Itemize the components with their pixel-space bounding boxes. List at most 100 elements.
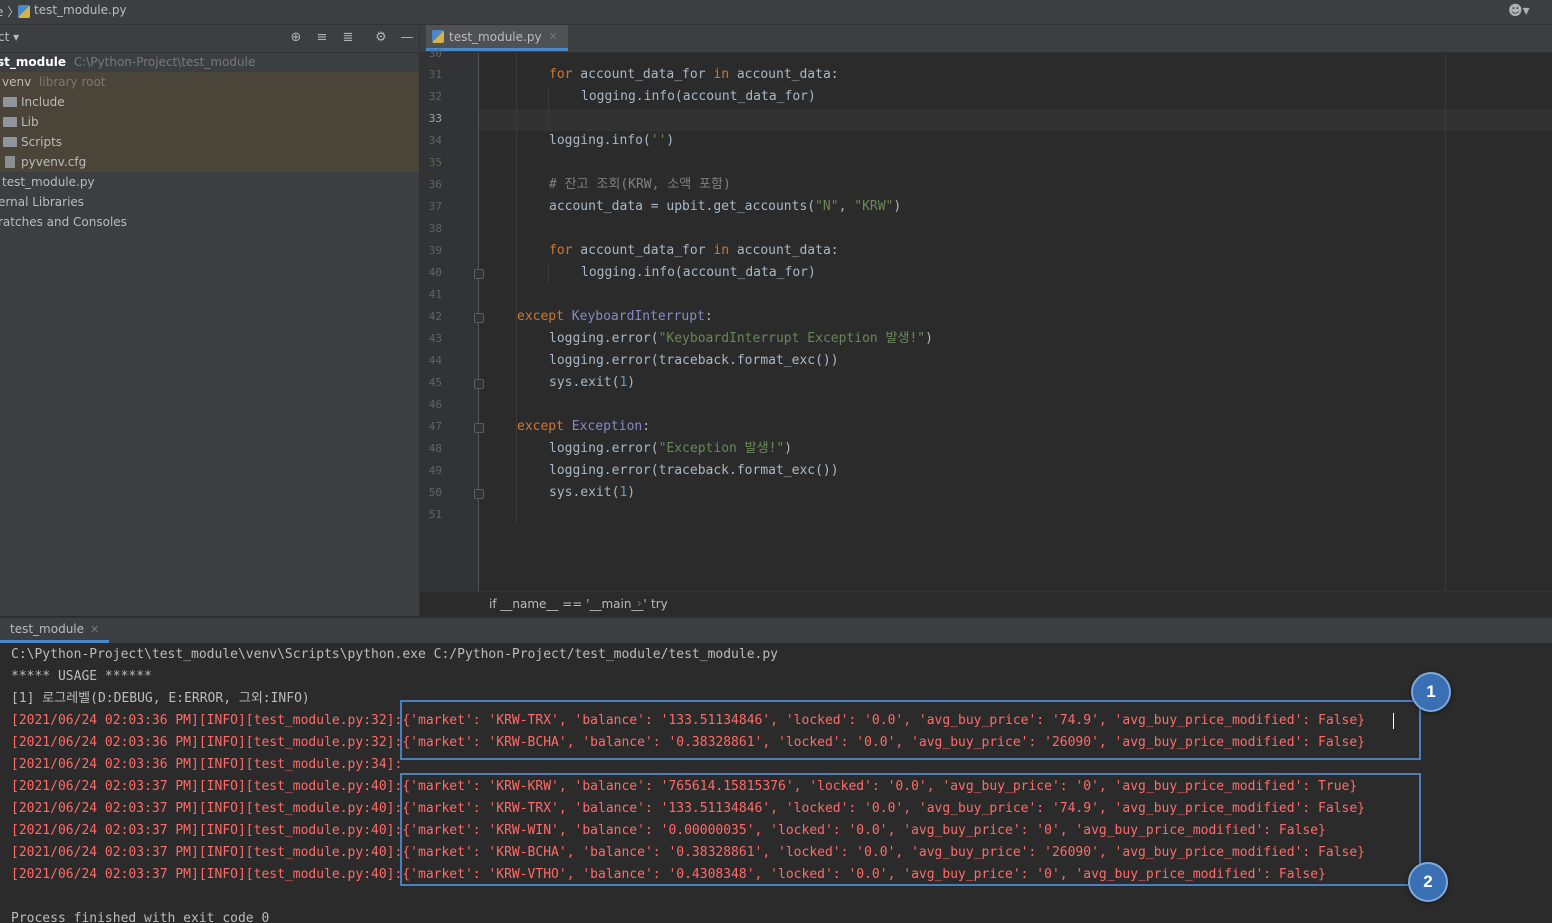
breadcrumb-file[interactable]: test_module.py bbox=[34, 3, 127, 17]
line-number: 32 bbox=[428, 90, 442, 103]
line-number: 47 bbox=[428, 420, 442, 433]
code-line-49[interactable]: logging.error(traceback.format_exc()) bbox=[549, 460, 839, 482]
tree-item-scripts[interactable]: Scripts bbox=[0, 132, 419, 152]
keyword: except bbox=[517, 309, 564, 324]
code-line-45[interactable]: sys.exit(1) bbox=[549, 372, 635, 394]
code-text: : bbox=[704, 309, 713, 324]
line-number: 41 bbox=[428, 288, 442, 301]
builtin-class: KeyboardInterrupt bbox=[571, 309, 705, 324]
keyword: except bbox=[517, 419, 564, 434]
code-text: account_data: bbox=[729, 243, 839, 258]
code-line-32[interactable]: logging.info(account_data_for) bbox=[581, 86, 816, 108]
user-account-icon[interactable]: ☻▾ bbox=[1508, 3, 1530, 19]
editor-tab-bar: test_module.py ✕ bbox=[420, 25, 1552, 53]
code-text: ) bbox=[925, 331, 933, 346]
keyword: in bbox=[713, 67, 730, 82]
tab-test-module[interactable]: test_module.py ✕ bbox=[426, 25, 568, 51]
string-literal: "Exception 발생!" bbox=[658, 441, 785, 456]
code-text: ) bbox=[666, 133, 675, 148]
code-line-44[interactable]: logging.error(traceback.format_exc()) bbox=[549, 350, 839, 372]
line-number: 30 bbox=[428, 47, 442, 60]
code-line-36[interactable]: # 잔고 조회(KRW, 소액 포함) bbox=[549, 174, 731, 196]
code-text: : bbox=[642, 419, 651, 434]
current-line-highlight bbox=[479, 109, 1552, 131]
code-line-47[interactable]: except Exception: bbox=[517, 416, 650, 438]
code-text: account_data: bbox=[729, 67, 839, 82]
run-tab-test-module[interactable]: test_module ✕ bbox=[0, 618, 110, 643]
line-number: 48 bbox=[428, 442, 442, 455]
gear-icon[interactable]: ⚙ bbox=[373, 29, 389, 45]
tree-item-label: Scripts bbox=[21, 135, 63, 149]
minimize-icon[interactable]: — bbox=[399, 29, 415, 45]
tree-item-lib[interactable]: Lib bbox=[0, 112, 419, 132]
tree-item-label: pyvenv.cfg bbox=[21, 155, 87, 169]
fold-marker-icon[interactable] bbox=[474, 379, 484, 389]
code-text: account_data_for bbox=[572, 243, 714, 258]
code-text: logging.error(traceback.format_exc()) bbox=[549, 353, 839, 368]
code-text: account_data = upbit.get_accounts( bbox=[549, 199, 816, 214]
line-number: 38 bbox=[428, 222, 442, 235]
string-literal: '' bbox=[650, 133, 667, 148]
breadcrumb-item-try[interactable]: try bbox=[651, 597, 668, 611]
line-number: 51 bbox=[428, 508, 442, 521]
project-panel: ct ▾ ⊕ ≡ ≣ ⚙ — st_module C:\Python-Proje… bbox=[0, 25, 420, 616]
tree-item-project-root[interactable]: st_module C:\Python-Project\test_module bbox=[0, 52, 419, 72]
run-tool-header: test_module ✕ bbox=[0, 617, 1552, 644]
line-number: 31 bbox=[428, 68, 442, 81]
code-line-42[interactable]: except KeyboardInterrupt: bbox=[517, 306, 713, 328]
right-margin-guide bbox=[1445, 53, 1446, 591]
expand-all-icon[interactable]: ≡ bbox=[314, 29, 330, 45]
annotation-badge-1: 1 bbox=[1411, 672, 1451, 712]
code-line-31[interactable]: for account_data_for in account_data: bbox=[549, 64, 839, 86]
console-line-command: C:\Python-Project\test_module\venv\Scrip… bbox=[11, 647, 779, 662]
folder-icon bbox=[3, 117, 17, 127]
tab-label: test_module.py bbox=[449, 29, 542, 44]
code-line-50[interactable]: sys.exit(1) bbox=[549, 482, 635, 504]
python-file-icon bbox=[18, 5, 30, 18]
tree-item-label: Lib bbox=[21, 115, 39, 129]
code-line-34[interactable]: logging.info('') bbox=[549, 130, 674, 152]
line-number: 46 bbox=[428, 398, 442, 411]
code-line-39[interactable]: for account_data_for in account_data: bbox=[549, 240, 839, 262]
code-line-37[interactable]: account_data = upbit.get_accounts("N", "… bbox=[549, 196, 901, 218]
breadcrumb-separator: › bbox=[637, 596, 642, 610]
line-number: 50 bbox=[428, 486, 442, 499]
folder-icon bbox=[3, 137, 17, 147]
tree-item-external-libraries[interactable]: ernal Libraries bbox=[0, 192, 419, 212]
code-line-40[interactable]: logging.info(account_data_for) bbox=[581, 262, 816, 284]
config-file-icon bbox=[5, 156, 15, 168]
line-number: 33 bbox=[428, 112, 442, 125]
console-log-line: [2021/06/24 02:03:36 PM][INFO][test_modu… bbox=[11, 757, 403, 772]
locate-target-icon[interactable]: ⊕ bbox=[288, 29, 304, 45]
tree-item-pyvenv-cfg[interactable]: pyvenv.cfg bbox=[0, 152, 419, 172]
folder-icon bbox=[3, 97, 17, 107]
breadcrumb-item-main[interactable]: if __name__ == '__main__' bbox=[489, 597, 647, 611]
code-text: ) bbox=[893, 199, 902, 214]
fold-marker-icon[interactable] bbox=[474, 313, 484, 323]
line-number: 49 bbox=[428, 464, 442, 477]
tree-item-scratches[interactable]: ratches and Consoles bbox=[0, 212, 419, 232]
line-number: 35 bbox=[428, 156, 442, 169]
code-line-43[interactable]: logging.error("KeyboardInterrupt Excepti… bbox=[549, 328, 933, 350]
line-number: 36 bbox=[428, 178, 442, 191]
fold-marker-icon[interactable] bbox=[474, 423, 484, 433]
close-icon[interactable]: ✕ bbox=[549, 30, 558, 43]
project-view-selector[interactable]: ct ▾ bbox=[0, 30, 19, 44]
code-text: ) bbox=[784, 441, 793, 456]
breadcrumb-prefix[interactable]: e 〉 bbox=[0, 3, 19, 20]
close-icon[interactable]: ✕ bbox=[90, 623, 99, 636]
fold-marker-icon[interactable] bbox=[474, 269, 484, 279]
tree-item-test-module[interactable]: test_module.py bbox=[0, 172, 419, 192]
code-line-48[interactable]: logging.error("Exception 발생!") bbox=[549, 438, 792, 460]
code-text: logging.info(account_data_for) bbox=[581, 265, 816, 280]
tree-item-label: ratches and Consoles bbox=[0, 215, 127, 229]
fold-marker-icon[interactable] bbox=[474, 489, 484, 499]
keyword: for bbox=[549, 243, 573, 258]
collapse-all-icon[interactable]: ≣ bbox=[340, 29, 356, 45]
tree-item-label: venv bbox=[2, 75, 32, 89]
annotation-box-1 bbox=[400, 700, 1421, 760]
string-literal: "KeyboardInterrupt Exception 발생!" bbox=[658, 331, 926, 346]
tree-item-venv[interactable]: venv library root bbox=[0, 72, 419, 92]
code-text: sys.exit( bbox=[549, 485, 620, 500]
tree-item-include[interactable]: Include bbox=[0, 92, 419, 112]
